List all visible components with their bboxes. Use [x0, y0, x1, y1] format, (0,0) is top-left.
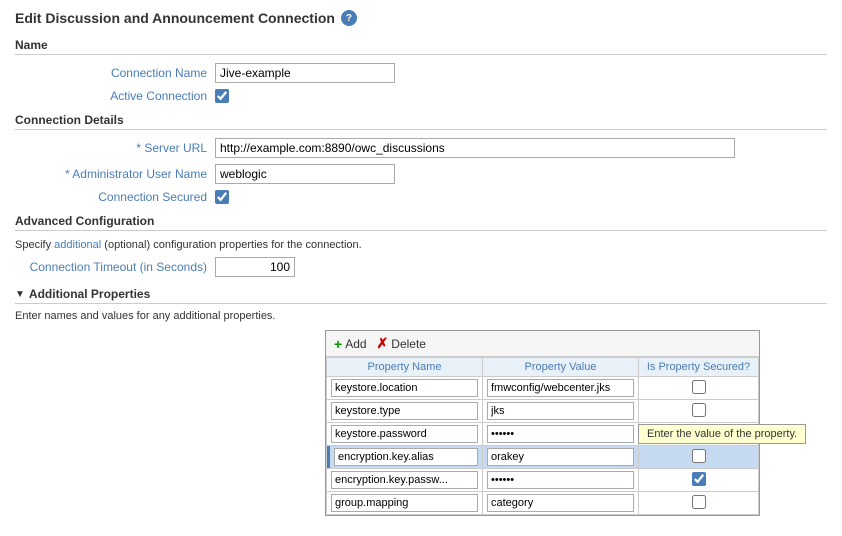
page-title: Edit Discussion and Announcement Connect… — [15, 10, 335, 26]
add-icon: + — [334, 336, 342, 352]
timeout-label: Connection Timeout (in Seconds) — [15, 260, 215, 274]
name-section-header: Name — [15, 38, 827, 55]
property-value-input[interactable] — [487, 448, 634, 466]
server-url-label: * Server URL — [15, 141, 215, 155]
active-connection-row: Active Connection — [15, 89, 827, 103]
delete-button[interactable]: ✗ Delete — [377, 335, 426, 352]
connection-name-input[interactable] — [215, 63, 395, 83]
col-header-secured: Is Property Secured? — [639, 358, 759, 377]
delete-label: Delete — [391, 337, 426, 351]
property-secured-checkbox[interactable] — [692, 403, 706, 417]
property-value-input[interactable] — [487, 402, 634, 420]
help-icon[interactable]: ? — [341, 10, 357, 26]
table-row — [327, 400, 759, 423]
property-value-input[interactable] — [487, 425, 634, 443]
additional-properties-section: ▼ Additional Properties Enter names and … — [15, 287, 827, 516]
property-value-input[interactable] — [487, 379, 634, 397]
table-header-row: Property Name Property Value Is Property… — [327, 358, 759, 377]
property-name-input[interactable] — [331, 425, 478, 443]
connection-secured-label: Connection Secured — [15, 190, 215, 204]
table-row — [327, 446, 759, 469]
property-name-input[interactable] — [331, 494, 478, 512]
additional-link[interactable]: additional — [54, 239, 101, 251]
advanced-config-header: Advanced Configuration — [15, 214, 827, 231]
property-secured-checkbox[interactable] — [692, 380, 706, 394]
property-name-input[interactable] — [331, 379, 478, 397]
connection-secured-checkbox[interactable] — [215, 190, 229, 204]
connection-name-row: Connection Name — [15, 63, 827, 83]
property-value-input[interactable] — [487, 494, 634, 512]
additional-properties-desc: Enter names and values for any additiona… — [15, 310, 827, 322]
connection-details-section: Connection Details * Server URL * Admini… — [15, 113, 827, 204]
additional-properties-title: Additional Properties — [29, 287, 150, 301]
admin-user-row: * Administrator User Name — [15, 164, 827, 184]
table-toolbar: + Add ✗ Delete — [326, 331, 759, 357]
property-value-input[interactable] — [487, 471, 634, 489]
col-header-name: Property Name — [327, 358, 483, 377]
properties-table: Property Name Property Value Is Property… — [326, 357, 759, 515]
active-connection-checkbox[interactable] — [215, 89, 229, 103]
admin-user-label: * Administrator User Name — [15, 167, 215, 181]
page-title-row: Edit Discussion and Announcement Connect… — [15, 10, 827, 26]
timeout-input[interactable] — [215, 257, 295, 277]
advanced-config-desc: Specify additional (optional) configurat… — [15, 239, 827, 251]
property-name-input[interactable] — [331, 471, 478, 489]
col-header-value: Property Value — [483, 358, 639, 377]
connection-name-label: Connection Name — [15, 66, 215, 80]
connection-details-header: Connection Details — [15, 113, 827, 130]
table-row — [327, 469, 759, 492]
properties-table-container: + Add ✗ Delete Property Name Property Va… — [325, 330, 760, 516]
page-container: Edit Discussion and Announcement Connect… — [0, 0, 842, 536]
table-row — [327, 492, 759, 515]
property-secured-checkbox[interactable] — [692, 472, 706, 486]
property-name-input[interactable] — [331, 402, 478, 420]
timeout-row: Connection Timeout (in Seconds) — [15, 257, 827, 277]
delete-icon: ✗ — [377, 335, 389, 352]
active-connection-label: Active Connection — [15, 89, 215, 103]
admin-user-input[interactable] — [215, 164, 395, 184]
add-button[interactable]: + Add — [334, 336, 367, 352]
property-secured-checkbox[interactable] — [692, 449, 706, 463]
property-secured-checkbox[interactable] — [692, 495, 706, 509]
connection-secured-row: Connection Secured — [15, 190, 827, 204]
advanced-config-section: Advanced Configuration Specify additiona… — [15, 214, 827, 277]
server-url-input[interactable] — [215, 138, 735, 158]
additional-properties-header[interactable]: ▼ Additional Properties — [15, 287, 827, 304]
name-section: Name Connection Name Active Connection — [15, 38, 827, 103]
server-url-row: * Server URL — [15, 138, 827, 158]
property-value-tooltip: Enter the value of the property. — [638, 424, 806, 444]
add-label: Add — [345, 337, 366, 351]
table-row: Enter the value of the property. — [327, 423, 759, 446]
table-row — [327, 377, 759, 400]
property-name-input[interactable] — [334, 448, 478, 466]
collapse-icon: ▼ — [15, 289, 25, 300]
